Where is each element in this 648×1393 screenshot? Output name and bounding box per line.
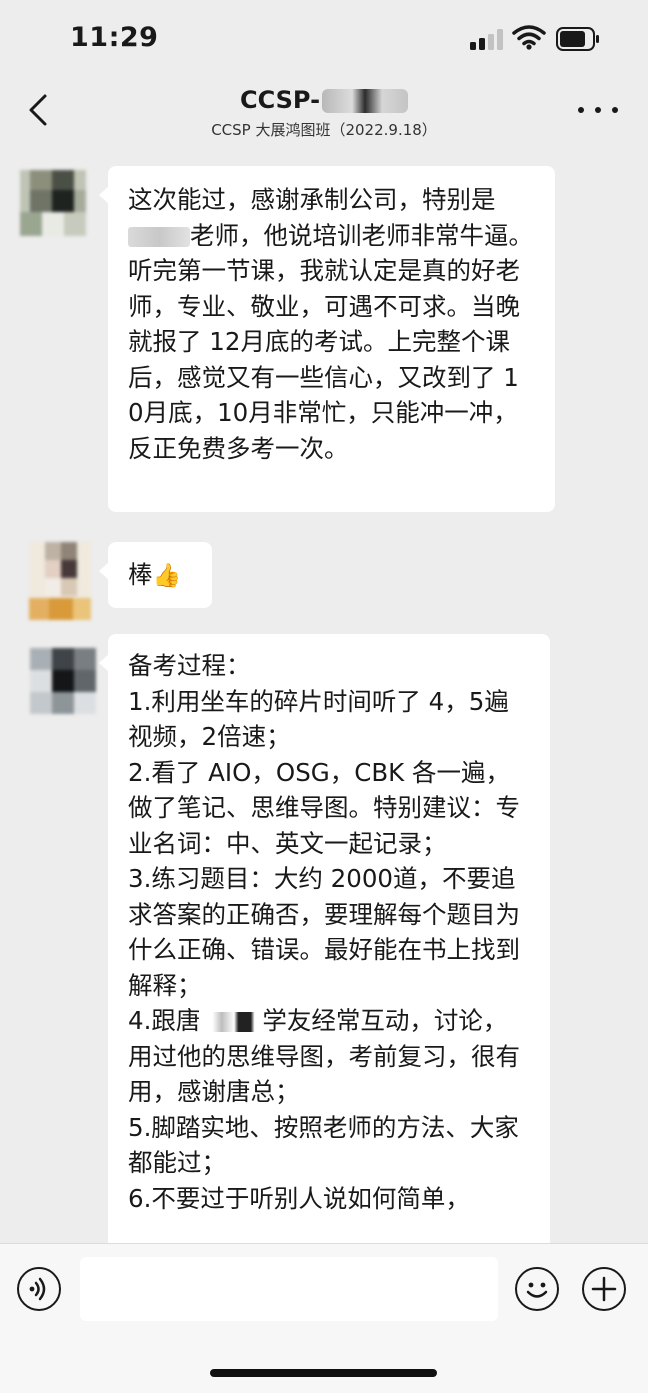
voice-icon [29,1277,46,1301]
battery-icon [556,27,599,51]
message-line: 2.看了 AIO，OSG，CBK 各一遍，做了笔记、思维导图。特别建议：专业名词… [128,757,520,858]
more-options-button[interactable] [578,96,618,124]
message-line: 备考过程： [128,651,251,680]
message-input[interactable] [80,1257,498,1321]
message-line: 6.不要过于听别人说如何简单， [128,1183,470,1213]
message-item: 备考过程： 1.利用坐车的碎片时间听了 4，5遍视频，2倍速； 2.看了 AIO，O… [0,634,648,1243]
message-text: 4.跟唐 [128,1006,201,1035]
message-line: 3.练习题目：大约 2000道，不要追求答案的正确否，要理解每个题目为什么正确、… [128,864,520,1000]
chat-title-text: CCSP- [239,86,321,114]
message-line: 1.利用坐车的碎片时间听了 4，5遍视频，2倍速； [128,686,509,752]
message-bubble[interactable]: 这次能过，感谢承制公司，特别是老师，他说培训老师非常牛逼。听完第一节课，我就认定… [99,166,555,512]
message-text: 棒 [128,560,153,589]
message-text: 老师，他说培训老师非常牛逼。听完第一节课，我就认定是真的好老师，专业、敬业，可遇… [128,220,533,463]
message-line: 5.脚踏实地、按照老师的方法、大家都能过； [128,1112,519,1178]
status-time: 11:29 [70,22,159,53]
message-line: 4.跟唐 学友经常互动，讨论，用过他的思维导图，考前复习，很有用，感谢唐总； [128,1003,528,1110]
plus-icon [591,1276,617,1302]
input-bar [0,1243,648,1393]
status-bar: 11:29 [0,0,648,80]
more-dots-icon [578,107,584,113]
more-actions-button[interactable] [582,1267,626,1311]
avatar[interactable] [20,170,86,236]
chat-title: CCSP- [0,86,648,114]
message-item: 这次能过，感谢承制公司，特别是老师，他说培训老师非常牛逼。听完第一节课，我就认定… [0,166,648,516]
home-indicator[interactable] [210,1369,437,1377]
chat-subtitle: CCSP 大展鸿图班（2022.9.18） [211,121,437,139]
chat-header: CCSP- CCSP 大展鸿图班（2022.9.18） [0,80,648,148]
message-bubble[interactable]: 备考过程： 1.利用坐车的碎片时间听了 4，5遍视频，2倍速； 2.看了 AIO，O… [99,634,550,1243]
emoji-button[interactable] [515,1267,559,1311]
voice-button[interactable] [17,1267,61,1311]
avatar[interactable] [29,542,91,620]
thumbs-up-icon: 👍 [152,563,182,589]
message-text: 这次能过，感谢承制公司，特别是 [128,185,496,214]
message-item: 棒👍 [0,538,648,628]
redacted-name [200,1012,263,1032]
avatar[interactable] [30,648,96,714]
cellular-signal-icon [470,28,504,50]
redacted-name [128,226,190,247]
message-list[interactable]: 这次能过，感谢承制公司，特别是老师，他说培训老师非常牛逼。听完第一节课，我就认定… [0,150,648,1243]
wifi-icon [512,25,546,50]
message-bubble[interactable]: 棒👍 [99,542,212,608]
redacted-name [322,89,409,113]
smiley-icon [526,1282,548,1298]
